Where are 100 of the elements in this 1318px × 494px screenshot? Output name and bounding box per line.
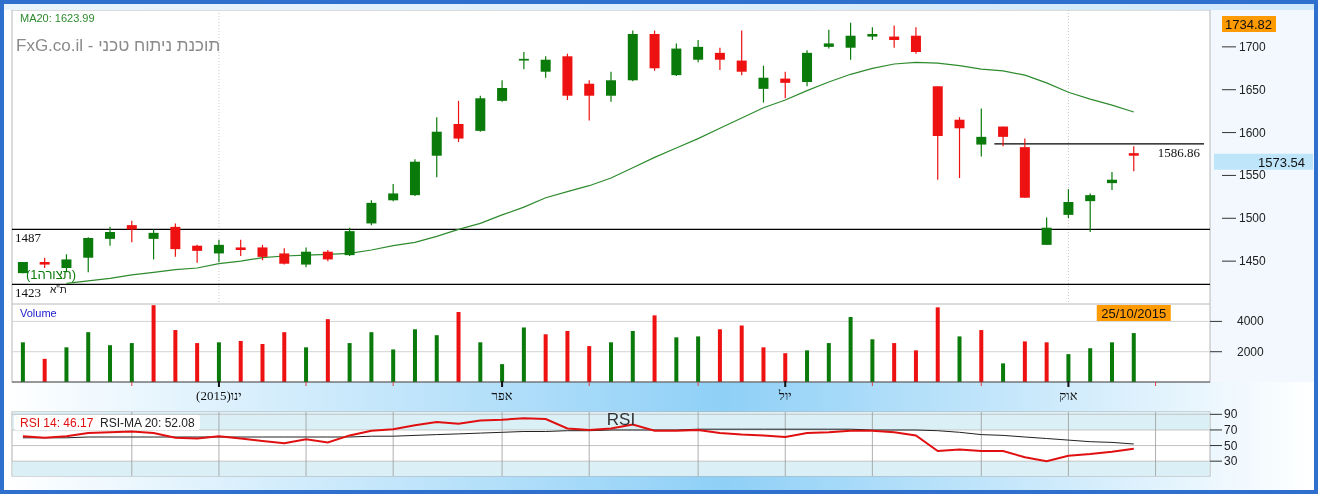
volume-bar	[282, 332, 287, 382]
legend-label: RSI-MA 20: 52.08	[100, 416, 195, 430]
volume-bar	[870, 339, 875, 382]
axis-label: 30	[1224, 454, 1238, 469]
candlestick	[736, 29, 747, 76]
volume-bar	[1088, 348, 1093, 382]
axis-label: יול	[778, 388, 792, 403]
volume-bar	[696, 336, 701, 382]
candlestick	[649, 29, 660, 72]
candlestick	[1041, 216, 1052, 246]
candlestick	[518, 51, 529, 70]
volume-bar	[1001, 363, 1006, 382]
indicator-label: Volume	[20, 307, 57, 319]
candlestick	[279, 247, 290, 266]
volume-bar	[42, 358, 47, 382]
candlestick	[889, 24, 900, 49]
price-tag: 1734.82	[1222, 16, 1276, 32]
candlestick	[954, 116, 965, 179]
candlestick	[584, 79, 595, 122]
volume-bar	[913, 350, 918, 382]
watermark-text: FxG.co.il - תוכנת ניתוח טכני	[16, 36, 221, 55]
volume-bar	[521, 327, 526, 382]
indicator-label: MA20: 1623.99	[20, 12, 95, 24]
candlestick	[780, 71, 791, 99]
volume-bar	[609, 342, 613, 382]
candlestick	[301, 246, 312, 268]
price-level-label: 1586.86	[1157, 144, 1200, 160]
volume-bar	[587, 346, 592, 382]
axis-label: 50	[1224, 438, 1238, 453]
candlestick	[170, 222, 181, 258]
candlestick	[540, 55, 551, 79]
candlestick	[823, 29, 834, 50]
candlestick	[235, 239, 246, 257]
candlestick	[322, 249, 333, 262]
candlestick	[606, 71, 616, 103]
volume-bar	[478, 342, 483, 382]
volume-bar	[1110, 342, 1114, 382]
volume-bar	[434, 335, 439, 382]
candlestick	[1128, 145, 1139, 172]
candlestick	[344, 227, 355, 257]
axis-label: 4000	[1237, 314, 1264, 329]
candlestick	[388, 183, 399, 202]
candlestick	[366, 199, 377, 226]
axis-label: 1450	[1239, 254, 1266, 269]
candlestick	[39, 257, 50, 269]
volume-bar	[412, 329, 417, 382]
volume-bar	[1066, 354, 1071, 382]
volume-bar	[216, 342, 221, 382]
volume-bar	[20, 342, 25, 382]
candlestick	[213, 239, 224, 263]
axis-label: 1600	[1239, 125, 1266, 140]
axis-label: 1700	[1239, 39, 1266, 54]
volume-bar	[1022, 341, 1027, 382]
candlestick	[714, 47, 725, 71]
volume-bar	[456, 312, 461, 382]
candlestick	[17, 261, 28, 274]
volume-bar	[173, 330, 178, 382]
volume-bar	[1044, 342, 1049, 382]
candlestick	[802, 49, 813, 87]
volume-bar	[195, 343, 200, 382]
volume-bar	[500, 364, 505, 382]
candlestick	[105, 226, 115, 247]
volume-bar	[1131, 333, 1136, 382]
volume-bar	[848, 317, 853, 382]
candlestick	[910, 26, 921, 55]
chart-title: RSI	[606, 410, 636, 429]
volume-bar	[129, 343, 134, 382]
candlestick	[976, 107, 987, 158]
volume-bar	[674, 337, 679, 382]
volume-bar	[325, 319, 330, 382]
volume-bar	[238, 340, 243, 382]
volume-bar	[783, 353, 788, 382]
candlestick	[83, 236, 94, 273]
pattern-label: (תצורה1)	[26, 267, 77, 282]
candlestick	[148, 228, 159, 261]
volume-bar	[108, 345, 112, 382]
volume-bar	[565, 330, 570, 382]
volume-bar	[543, 334, 548, 382]
candlestick	[1107, 171, 1117, 191]
candlestick	[1085, 192, 1096, 233]
axis-label: אפר	[491, 388, 513, 403]
candlestick	[431, 116, 442, 178]
axis-label: 70	[1224, 422, 1238, 437]
candlestick	[693, 39, 704, 63]
axis-label: (2015)ינו	[196, 388, 242, 403]
exchange-label: ת"א	[50, 284, 67, 295]
volume-bar	[260, 344, 265, 382]
volume-bar	[347, 343, 352, 382]
volume-bar	[652, 315, 657, 382]
volume-bar	[805, 350, 810, 382]
axis-label: אוק	[1059, 388, 1078, 403]
candlestick	[1063, 188, 1074, 219]
axis-label: 2000	[1237, 344, 1264, 359]
candlestick	[497, 79, 508, 103]
price-level-label: 1423	[15, 285, 41, 301]
price-level-label: 1487	[15, 230, 41, 246]
candlestick	[627, 29, 638, 82]
axis-label: 90	[1224, 409, 1238, 422]
volume-bar	[64, 347, 69, 382]
candlestick	[845, 22, 856, 61]
